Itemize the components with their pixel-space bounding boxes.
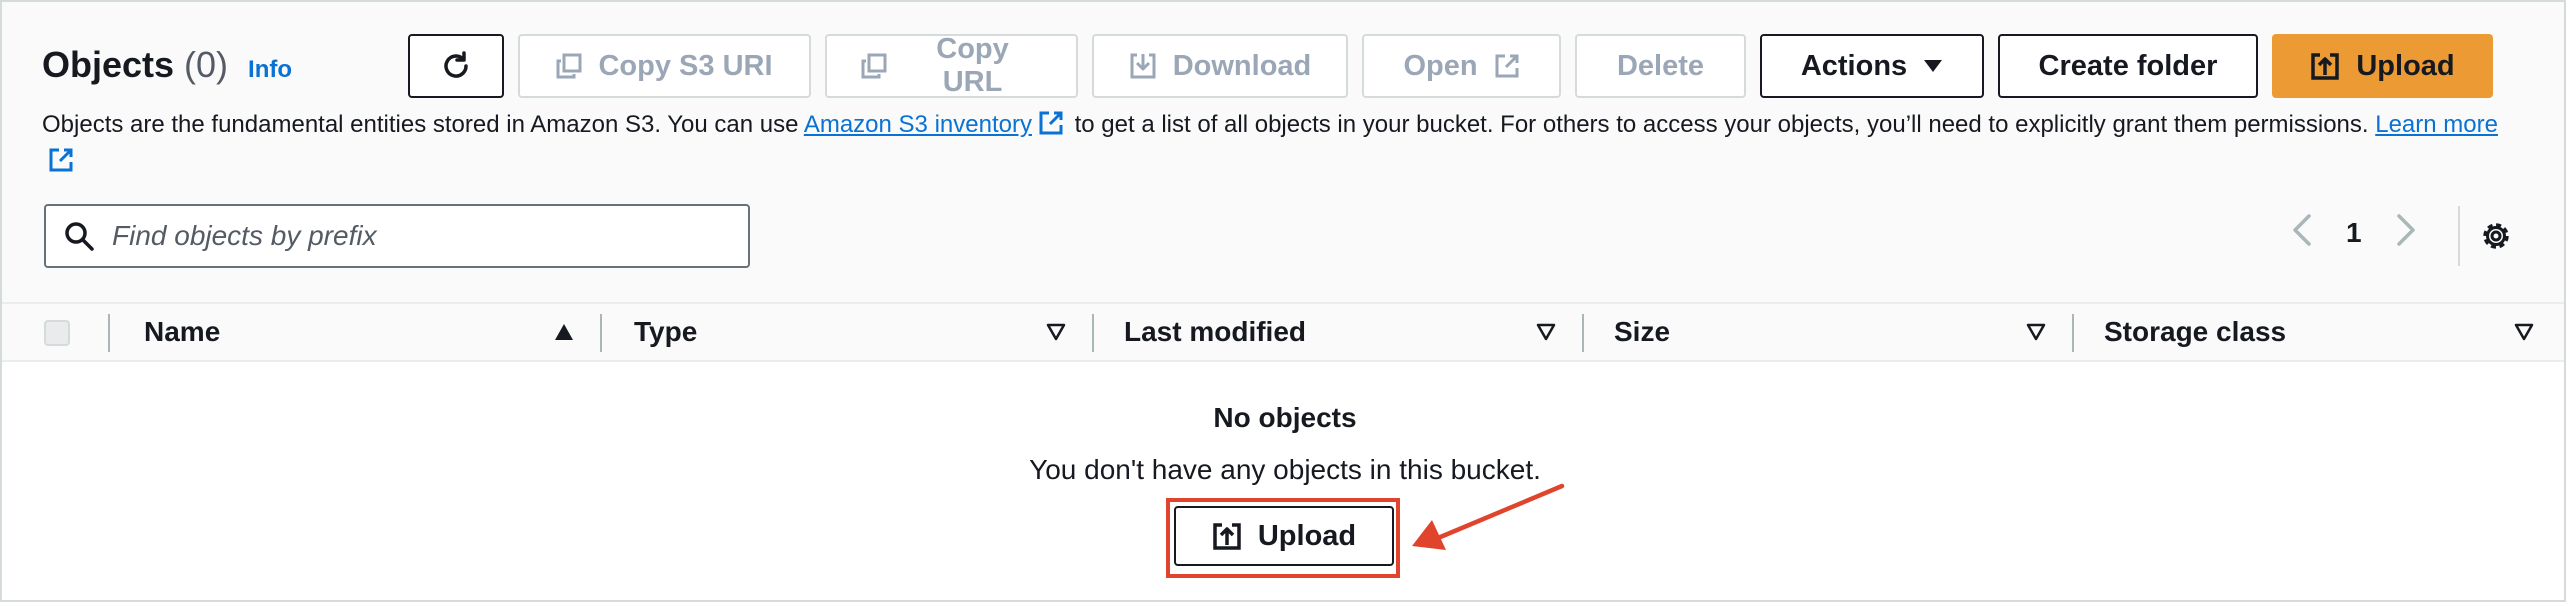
divider <box>2458 206 2460 266</box>
inventory-link[interactable]: Amazon S3 inventory <box>804 111 1032 138</box>
actions-dropdown[interactable]: Actions <box>1760 34 1984 98</box>
upload-button[interactable]: Upload <box>2272 34 2493 98</box>
column-divider <box>1582 314 1584 352</box>
copy-s3-uri-button[interactable]: Copy S3 URI <box>518 34 811 98</box>
column-label: Type <box>634 316 698 347</box>
column-divider <box>1092 314 1094 352</box>
objects-panel: Objects (0) Info Copy S3 URI Copy URL Do <box>0 0 2566 602</box>
empty-state-message: You don't have any objects in this bucke… <box>1029 454 1541 485</box>
delete-button[interactable]: Delete <box>1575 34 1746 98</box>
empty-state-upload-button[interactable]: Upload <box>1174 506 1394 566</box>
external-link-icon <box>1038 110 1064 145</box>
chevron-right-icon[interactable] <box>2396 214 2416 251</box>
upload-label: Upload <box>2356 49 2455 82</box>
column-divider <box>2072 314 2074 352</box>
empty-state-title: No objects <box>1213 402 1357 433</box>
description-text: Objects are the fundamental entities sto… <box>42 111 804 138</box>
copy-url-button[interactable]: Copy URL <box>825 33 1078 98</box>
caret-down-icon <box>1923 59 1943 73</box>
sort-ascending-icon <box>554 323 574 346</box>
gear-icon[interactable] <box>2479 219 2513 253</box>
column-header-storage-class[interactable]: Storage class <box>2104 304 2552 360</box>
pagination: 1 <box>2292 214 2416 251</box>
upload-icon <box>2310 51 2340 81</box>
learn-more-link[interactable]: Learn more <box>2375 111 2498 138</box>
external-link-icon <box>48 147 74 182</box>
actions-label: Actions <box>1800 49 1908 82</box>
open-button[interactable]: Open <box>1362 34 1561 98</box>
objects-description: Objects are the fundamental entities sto… <box>42 108 2522 182</box>
page-title: Objects <box>42 44 175 85</box>
objects-toolbar: Copy S3 URI Copy URL Download Open Delet… <box>408 33 2493 98</box>
copy-icon <box>556 53 582 79</box>
refresh-icon <box>439 49 473 83</box>
chevron-left-icon[interactable] <box>2292 214 2312 251</box>
column-label: Size <box>1614 316 1671 347</box>
search-box <box>44 204 750 268</box>
refresh-button[interactable] <box>408 34 504 98</box>
column-header-type[interactable]: Type <box>634 304 1092 360</box>
table-header: Name Type Last modified Size Storage cla… <box>2 302 2564 362</box>
column-header-name[interactable]: Name <box>144 304 600 360</box>
open-label: Open <box>1403 49 1478 82</box>
copy-s3-uri-label: Copy S3 URI <box>598 49 773 82</box>
sort-descending-icon <box>2514 323 2534 346</box>
download-button[interactable]: Download <box>1092 34 1348 98</box>
sort-descending-icon <box>1536 323 1556 346</box>
sort-descending-icon <box>1046 323 1066 346</box>
upload-icon <box>1212 521 1242 551</box>
copy-icon <box>861 53 887 79</box>
annotation-arrow-icon <box>1412 483 1565 550</box>
search-input[interactable] <box>110 219 714 253</box>
column-header-last-modified[interactable]: Last modified <box>1124 304 1582 360</box>
description-text-continued: to get a list of all objects in your buc… <box>1067 111 2376 138</box>
info-link[interactable]: Info <box>248 56 292 84</box>
create-folder-label: Create folder <box>2038 49 2218 82</box>
column-divider <box>108 314 110 352</box>
copy-url-label: Copy URL <box>936 33 1009 98</box>
column-divider <box>600 314 602 352</box>
empty-state-upload-label: Upload <box>1257 519 1357 552</box>
download-label: Download <box>1172 49 1312 82</box>
column-label: Storage class <box>2104 316 2287 347</box>
page-number[interactable]: 1 <box>2346 217 2362 249</box>
object-count: (0) <box>184 44 229 85</box>
column-header-size[interactable]: Size <box>1614 304 2072 360</box>
external-link-icon <box>1494 53 1520 79</box>
select-all-checkbox[interactable] <box>44 320 70 346</box>
column-label: Name <box>144 316 221 347</box>
download-icon <box>1129 52 1157 80</box>
create-folder-button[interactable]: Create folder <box>1998 34 2258 98</box>
column-label: Last modified <box>1124 316 1307 347</box>
sort-descending-icon <box>2026 323 2046 346</box>
delete-label: Delete <box>1616 49 1705 82</box>
objects-heading: Objects (0) Info <box>42 44 292 86</box>
search-icon <box>64 221 94 251</box>
